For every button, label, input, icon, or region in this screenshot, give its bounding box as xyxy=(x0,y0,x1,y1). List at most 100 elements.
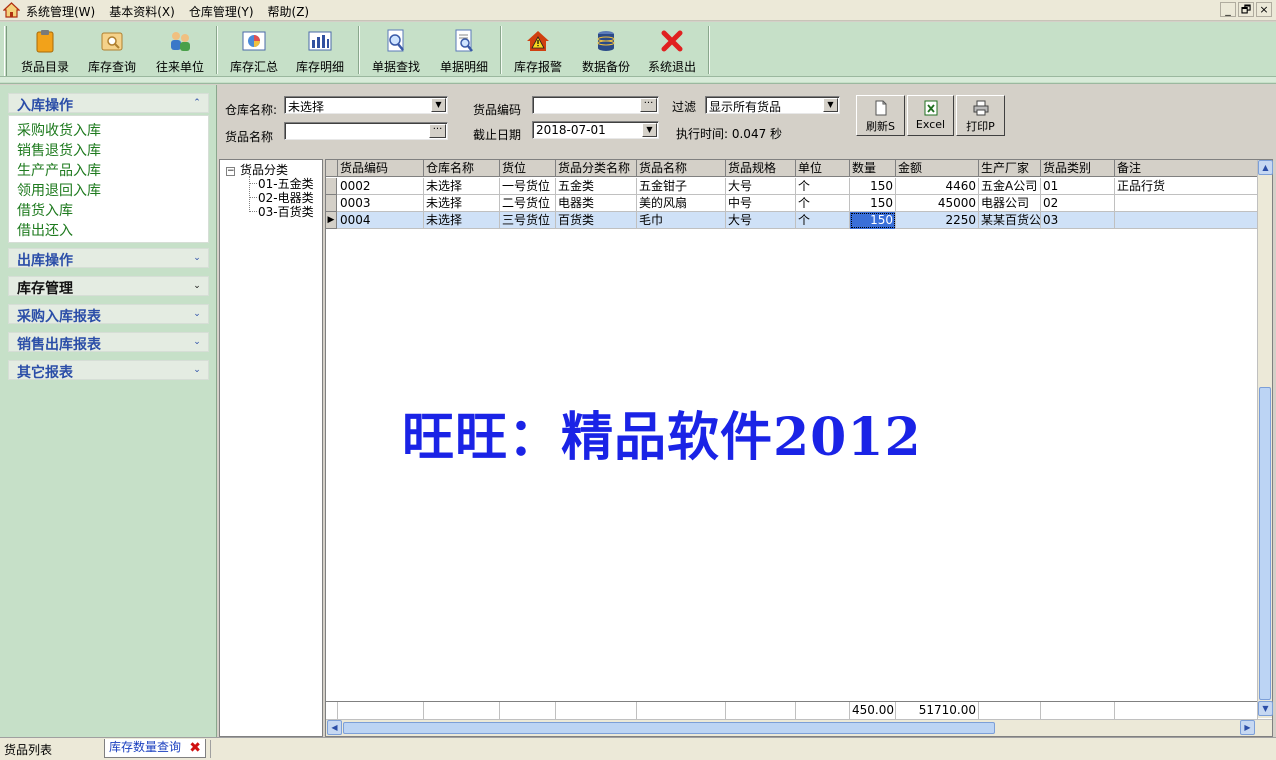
vertical-scrollbar[interactable]: ▲ ▼ xyxy=(1257,160,1273,718)
nav-item-production-in[interactable]: 生产产品入库 xyxy=(17,160,208,180)
tab-stock-quantity-query[interactable]: 库存数量查询 ✖ xyxy=(104,739,206,758)
toolbar-stock-detail-button[interactable]: 库存明细 xyxy=(292,26,348,76)
toolbar-goods-catalog-button[interactable]: 货品目录 xyxy=(18,26,72,76)
cell-goods-code[interactable]: 0002 xyxy=(338,178,424,195)
toolbar-stock-query-button[interactable]: 库存查询 xyxy=(84,26,140,76)
restore-button[interactable]: 🗗 xyxy=(1238,2,1254,17)
cell-unit[interactable]: 个 xyxy=(796,178,850,195)
cell-spec[interactable]: 中号 xyxy=(726,195,796,212)
nav-item-sales-return[interactable]: 销售退货入库 xyxy=(17,140,208,160)
toolbar-exit-button[interactable]: 系统退出 xyxy=(644,26,700,76)
nav-item-lend-return[interactable]: 借出还入 xyxy=(17,220,208,240)
cell-unit[interactable]: 个 xyxy=(796,195,850,212)
scroll-left-icon[interactable]: ◀ xyxy=(327,720,342,735)
cell-remark[interactable]: 正品行货 xyxy=(1115,178,1258,195)
dropdown-arrow-icon[interactable]: ▼ xyxy=(823,98,838,112)
cell-goods-name[interactable]: 美的风扇 xyxy=(637,195,726,212)
goods-code-field[interactable]: ··· xyxy=(532,96,659,114)
nav-item-purchase-receipt[interactable]: 采购收货入库 xyxy=(17,120,208,140)
cell-quantity[interactable]: 150 xyxy=(850,178,896,195)
nav-item-requisition-return[interactable]: 领用退回入库 xyxy=(17,180,208,200)
toolbar-doc-detail-button[interactable]: 单据明细 xyxy=(436,26,492,76)
menu-help[interactable]: 帮助(Z) xyxy=(268,3,310,20)
cell-location[interactable]: 三号货位 xyxy=(500,212,556,229)
cell-goods-code[interactable]: 0003 xyxy=(338,195,424,212)
collapse-icon[interactable]: − xyxy=(226,167,235,176)
scroll-down-icon[interactable]: ▼ xyxy=(1258,701,1273,716)
chevron-up-icon[interactable]: ⌃ xyxy=(191,97,203,109)
ellipsis-button[interactable]: ··· xyxy=(429,124,446,138)
cell-spec[interactable]: 大号 xyxy=(726,178,796,195)
cell-quantity-focused[interactable]: 150 xyxy=(850,212,896,229)
nav-group-stock-management[interactable]: 库存管理 ⌄ xyxy=(8,276,209,297)
cell-warehouse[interactable]: 未选择 xyxy=(424,212,500,229)
toolbar-partners-button[interactable]: 往来单位 xyxy=(152,26,208,76)
cell-amount[interactable]: 45000 xyxy=(896,195,979,212)
col-header-unit[interactable]: 单位 xyxy=(796,160,850,177)
horizontal-scroll-thumb[interactable] xyxy=(343,722,995,734)
cell-manufacturer[interactable]: 五金A公司 xyxy=(979,178,1041,195)
cell-warehouse[interactable]: 未选择 xyxy=(424,195,500,212)
minimize-button[interactable]: _ xyxy=(1220,2,1236,17)
row-indicator[interactable] xyxy=(326,178,337,195)
table-row[interactable]: 0003 未选择 二号货位 电器类 美的风扇 中号 个 150 45000 电器… xyxy=(326,195,1258,212)
warehouse-select[interactable]: 未选择 ▼ xyxy=(284,96,448,114)
toolbar-stock-alarm-button[interactable]: 库存报警 xyxy=(510,26,566,76)
cell-quantity[interactable]: 150 xyxy=(850,195,896,212)
close-button[interactable]: × xyxy=(1256,2,1272,17)
toolbar-backup-button[interactable]: 数据备份 xyxy=(578,26,634,76)
col-header-quantity[interactable]: 数量 xyxy=(850,160,896,177)
col-header-amount[interactable]: 金额 xyxy=(896,160,979,177)
refresh-button[interactable]: 刷新S xyxy=(856,95,905,136)
horizontal-scrollbar[interactable]: ◀ ▶ xyxy=(326,719,1272,736)
dropdown-arrow-icon[interactable]: ▼ xyxy=(642,123,657,137)
toolbar-grip[interactable] xyxy=(4,26,7,76)
nav-group-other-reports[interactable]: 其它报表 ⌄ xyxy=(8,360,209,381)
cell-manufacturer[interactable]: 电器公司 xyxy=(979,195,1041,212)
status-goods-list[interactable]: 货品列表 xyxy=(4,741,52,758)
nav-group-sales-report[interactable]: 销售出库报表 ⌄ xyxy=(8,332,209,353)
row-indicator[interactable] xyxy=(326,195,337,212)
cell-category[interactable]: 五金类 xyxy=(556,178,637,195)
current-row-arrow-icon[interactable]: ▶ xyxy=(326,212,337,229)
cell-spec[interactable]: 大号 xyxy=(726,212,796,229)
close-tab-icon[interactable]: ✖ xyxy=(189,741,201,755)
col-header-goods-code[interactable]: 货品编码 xyxy=(338,160,424,177)
col-header-location[interactable]: 货位 xyxy=(500,160,556,177)
cell-goods-type[interactable]: 01 xyxy=(1041,178,1115,195)
chevron-down-icon[interactable]: ⌄ xyxy=(191,336,203,348)
cell-remark[interactable] xyxy=(1115,195,1258,212)
cell-goods-name[interactable]: 五金钳子 xyxy=(637,178,726,195)
dropdown-arrow-icon[interactable]: ▼ xyxy=(431,98,446,112)
nav-item-borrow-in[interactable]: 借货入库 xyxy=(17,200,208,220)
cell-category[interactable]: 百货类 xyxy=(556,212,637,229)
chevron-down-icon[interactable]: ⌄ xyxy=(191,252,203,264)
cell-location[interactable]: 一号货位 xyxy=(500,178,556,195)
menu-warehouse[interactable]: 仓库管理(Y) xyxy=(189,3,254,20)
cell-location[interactable]: 二号货位 xyxy=(500,195,556,212)
cell-goods-name[interactable]: 毛巾 xyxy=(637,212,726,229)
col-header-remark[interactable]: 备注 xyxy=(1115,160,1258,177)
scroll-up-icon[interactable]: ▲ xyxy=(1258,160,1273,175)
toolbar-stock-summary-button[interactable]: 库存汇总 xyxy=(226,26,282,76)
scroll-right-icon[interactable]: ▶ xyxy=(1240,720,1255,735)
end-date-picker[interactable]: 2018-07-01 ▼ xyxy=(532,121,659,139)
cell-unit[interactable]: 个 xyxy=(796,212,850,229)
cell-goods-type[interactable]: 02 xyxy=(1041,195,1115,212)
cell-amount[interactable]: 4460 xyxy=(896,178,979,195)
table-row[interactable]: 0002 未选择 一号货位 五金类 五金钳子 大号 个 150 4460 五金A… xyxy=(326,178,1258,195)
cell-remark[interactable] xyxy=(1115,212,1258,229)
home-icon[interactable] xyxy=(3,2,20,18)
menu-basic-data[interactable]: 基本资料(X) xyxy=(109,3,175,20)
nav-group-purchase-report[interactable]: 采购入库报表 ⌄ xyxy=(8,304,209,325)
cell-warehouse[interactable]: 未选择 xyxy=(424,178,500,195)
excel-button[interactable]: Excel xyxy=(907,95,954,136)
cell-manufacturer[interactable]: 某某百货公 xyxy=(979,212,1041,229)
col-header-category[interactable]: 货品分类名称 xyxy=(556,160,637,177)
col-header-goods-type[interactable]: 货品类别 xyxy=(1041,160,1115,177)
ellipsis-button[interactable]: ··· xyxy=(640,98,657,112)
col-header-goods-name[interactable]: 货品名称 xyxy=(637,160,726,177)
print-button[interactable]: 打印P xyxy=(956,95,1005,136)
filter-select[interactable]: 显示所有货品 ▼ xyxy=(705,96,840,114)
chevron-down-icon[interactable]: ⌄ xyxy=(191,308,203,320)
